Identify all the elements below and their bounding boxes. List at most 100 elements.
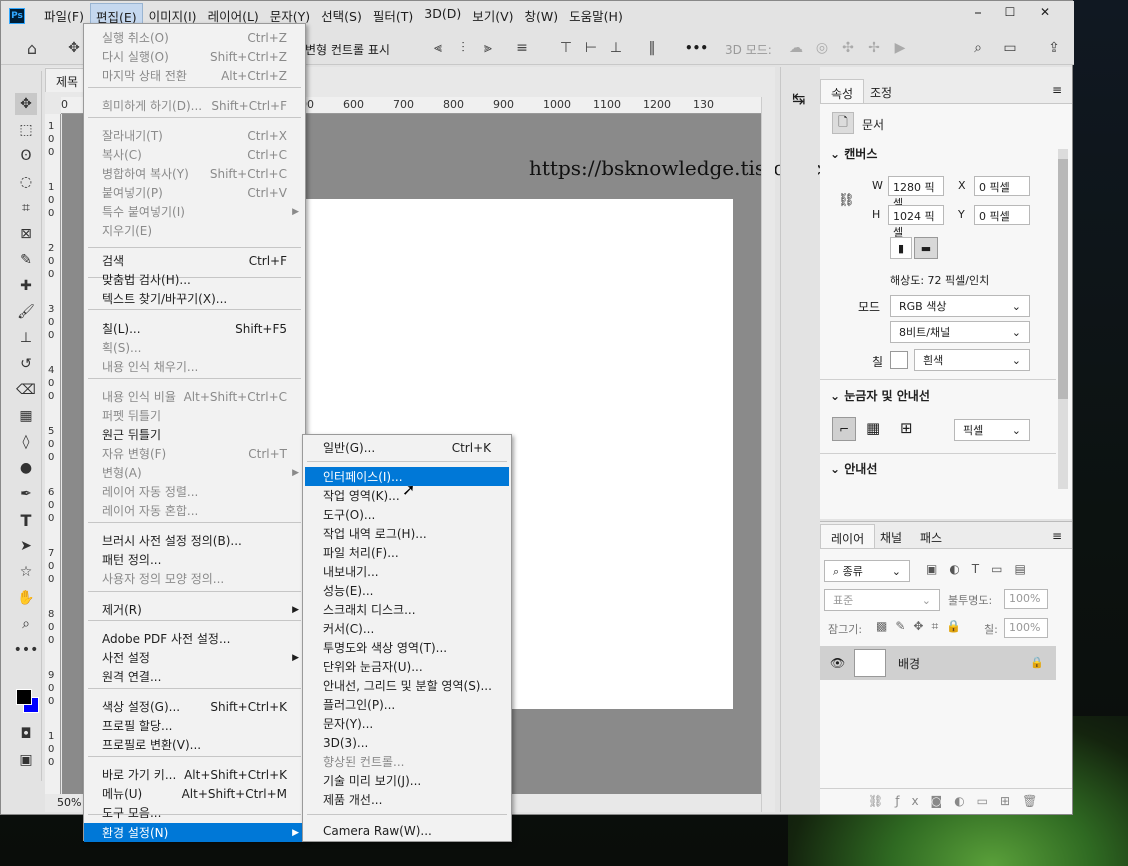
- height-field[interactable]: 1024 픽셀: [888, 205, 944, 239]
- lock-icons[interactable]: ▩✎✥⌗🔒: [876, 619, 969, 634]
- maximize-button[interactable]: ☐: [991, 1, 1029, 23]
- align-top-icon[interactable]: ⊤: [557, 39, 575, 57]
- preferences-menu-item[interactable]: 파일 처리(F)...: [305, 543, 509, 562]
- align-right-icon[interactable]: ⫸: [479, 39, 497, 57]
- edit-menu-item[interactable]: 패턴 정의...: [84, 550, 305, 569]
- mode-select[interactable]: RGB 색상 ⌄: [890, 295, 1030, 317]
- search-icon[interactable]: ⌕: [969, 39, 987, 57]
- edit-menu-item[interactable]: 자유 변형(F) Ctrl+T: [84, 444, 305, 463]
- align-center-icon[interactable]: ⫶: [454, 39, 472, 57]
- menu-7[interactable]: 3D(D): [419, 3, 466, 30]
- tab-paths[interactable]: 패스: [910, 524, 952, 550]
- brush-tool-icon[interactable]: 🖌: [15, 301, 37, 323]
- ruler-toggle-icon[interactable]: ⌐: [832, 417, 856, 441]
- quick-select-tool-icon[interactable]: ◌: [15, 171, 37, 193]
- guides-icon[interactable]: ⊞: [900, 419, 913, 437]
- edit-menu-item[interactable]: 검색 Ctrl+F: [84, 251, 305, 270]
- fill-color-swatch[interactable]: [890, 351, 908, 369]
- edit-menu-item[interactable]: 실행 취소(O) Ctrl+Z: [84, 28, 305, 47]
- menu-6[interactable]: 필터(T): [368, 3, 418, 30]
- edit-menu-item[interactable]: 지우기(E): [84, 221, 305, 240]
- blend-mode-select[interactable]: 표준 ⌄: [824, 589, 940, 611]
- transform-controls-label[interactable]: 변형 컨트롤 표시: [305, 41, 390, 58]
- shape-tool-icon[interactable]: ☆: [15, 561, 37, 583]
- edit-menu-item[interactable]: 레이어 자동 정렬...: [84, 482, 305, 501]
- edit-menu-item[interactable]: 잘라내기(T) Ctrl+X: [84, 126, 305, 145]
- gradient-tool-icon[interactable]: ▦: [15, 405, 37, 427]
- link-icon[interactable]: ⛓: [838, 193, 855, 208]
- align-left-icon[interactable]: ⫷: [429, 39, 447, 57]
- hand-tool-icon[interactable]: ✋: [15, 587, 37, 609]
- visibility-eye-icon[interactable]: 👁: [830, 656, 845, 670]
- edit-menu-item[interactable]: 변형(A) ▶: [84, 463, 305, 482]
- foreground-color-swatch[interactable]: [16, 689, 32, 705]
- type-tool-icon[interactable]: T: [15, 509, 37, 531]
- layer-filter-icons[interactable]: ▣◐T▭▤: [926, 562, 1038, 576]
- home-icon[interactable]: ⌂: [23, 39, 41, 58]
- edit-menu-item[interactable]: 칠(L)... Shift+F5: [84, 319, 305, 338]
- bit-depth-select[interactable]: 8비트/채널 ⌄: [890, 321, 1030, 343]
- move-icon[interactable]: ✥: [65, 39, 83, 57]
- screen-mode-icon[interactable]: ▣: [15, 749, 37, 771]
- edit-menu-item[interactable]: 내용 인식 비율 Alt+Shift+Ctrl+C: [84, 387, 305, 406]
- lasso-tool-icon[interactable]: ʘ: [15, 145, 37, 167]
- pen-tool-icon[interactable]: ✒: [15, 483, 37, 505]
- align-middle-icon[interactable]: ⊢: [582, 39, 600, 57]
- document-scrollbar[interactable]: [761, 97, 775, 812]
- preferences-menu-item[interactable]: 기술 미리 보기(J)...: [305, 771, 509, 790]
- preferences-menu-item[interactable]: 안내선, 그리드 및 분할 영역(S)...: [305, 676, 509, 695]
- edit-menu-item[interactable]: 도구 모음...: [84, 803, 305, 822]
- menu-0[interactable]: 파일(F): [39, 3, 89, 30]
- marquee-tool-icon[interactable]: ⬚: [15, 119, 37, 141]
- tab-adjustments[interactable]: 조정: [860, 79, 902, 105]
- edit-menu-item[interactable]: 원격 연결...: [84, 667, 305, 686]
- opacity-field[interactable]: 100%: [1004, 589, 1048, 609]
- edit-menu-item[interactable]: 마지막 상태 전환 Alt+Ctrl+Z: [84, 66, 305, 85]
- edit-menu-item[interactable]: 원근 뒤틀기: [84, 425, 305, 444]
- tab-layers[interactable]: 레이어: [820, 524, 876, 550]
- menu-9[interactable]: 창(W): [520, 3, 564, 30]
- ruler-unit-select[interactable]: 픽셀 ⌄: [954, 419, 1030, 441]
- layer-filter-select[interactable]: ⌕ 종류 ⌄: [824, 560, 910, 582]
- path-select-tool-icon[interactable]: ➤: [15, 535, 37, 557]
- preferences-menu-item[interactable]: 단위와 눈금자(U)...: [305, 657, 509, 676]
- edit-menu-item[interactable]: 맞춤법 검사(H)...: [84, 270, 305, 289]
- history-panel-icon[interactable]: ↹: [792, 89, 805, 108]
- layer-name[interactable]: 배경: [898, 655, 920, 672]
- edit-menu-item[interactable]: 희미하게 하기(D)... Shift+Ctrl+F: [84, 96, 305, 115]
- edit-menu-item[interactable]: 메뉴(U) Alt+Shift+Ctrl+M: [84, 784, 305, 803]
- tab-channels[interactable]: 채널: [870, 524, 912, 550]
- menu-8[interactable]: 보기(V): [467, 3, 518, 30]
- guides-section-toggle[interactable]: ⌄ 안내선: [830, 460, 877, 477]
- eraser-tool-icon[interactable]: ⌫: [15, 379, 37, 401]
- edit-menu-item[interactable]: 레이어 자동 혼합...: [84, 501, 305, 520]
- edit-menu-item[interactable]: 내용 인식 채우기...: [84, 357, 305, 376]
- preferences-menu-item[interactable]: 향상된 컨트롤...: [305, 752, 509, 771]
- x-field[interactable]: 0 픽셀: [974, 176, 1030, 196]
- preferences-menu-item[interactable]: 작업 내역 로그(H)...: [305, 524, 509, 543]
- menu-10[interactable]: 도움말(H): [564, 3, 628, 30]
- canvas-section-toggle[interactable]: ⌄ 캔버스: [830, 145, 877, 162]
- preferences-menu-item[interactable]: 내보내기...: [305, 562, 509, 581]
- dodge-tool-icon[interactable]: ●: [15, 457, 37, 479]
- quick-mask-icon[interactable]: ◘: [15, 723, 37, 745]
- more-options-icon[interactable]: •••: [685, 41, 708, 55]
- edit-toolbar-icon[interactable]: •••: [14, 639, 39, 661]
- preferences-menu-item[interactable]: 스크래치 디스크...: [305, 600, 509, 619]
- distribute-vertical-icon[interactable]: ‖: [643, 39, 661, 57]
- distribute-icon[interactable]: ≡: [513, 39, 531, 57]
- blur-tool-icon[interactable]: ◊: [15, 431, 37, 453]
- preferences-menu-item[interactable]: 일반(G)... Ctrl+K: [305, 438, 509, 457]
- preferences-menu-item[interactable]: 플러그인(P)...: [305, 695, 509, 714]
- edit-menu-item[interactable]: 붙여넣기(P) Ctrl+V: [84, 183, 305, 202]
- edit-menu-item[interactable]: 퍼펫 뒤틀기: [84, 406, 305, 425]
- rulers-section-toggle[interactable]: ⌄ 눈금자 및 안내선: [830, 387, 930, 404]
- preferences-menu-item[interactable]: 커서(C)...: [305, 619, 509, 638]
- edit-menu-item[interactable]: 프로필로 변환(V)...: [84, 735, 305, 754]
- edit-menu-item[interactable]: 텍스트 찾기/바꾸기(X)...: [84, 289, 305, 308]
- eyedropper-tool-icon[interactable]: ✎: [15, 249, 37, 271]
- edit-menu-item[interactable]: 프로필 할당...: [84, 716, 305, 735]
- edit-menu-item[interactable]: 색상 설정(G)... Shift+Ctrl+K: [84, 697, 305, 716]
- align-bottom-icon[interactable]: ⊥: [607, 39, 625, 57]
- fill-opacity-field[interactable]: 100%: [1004, 618, 1048, 638]
